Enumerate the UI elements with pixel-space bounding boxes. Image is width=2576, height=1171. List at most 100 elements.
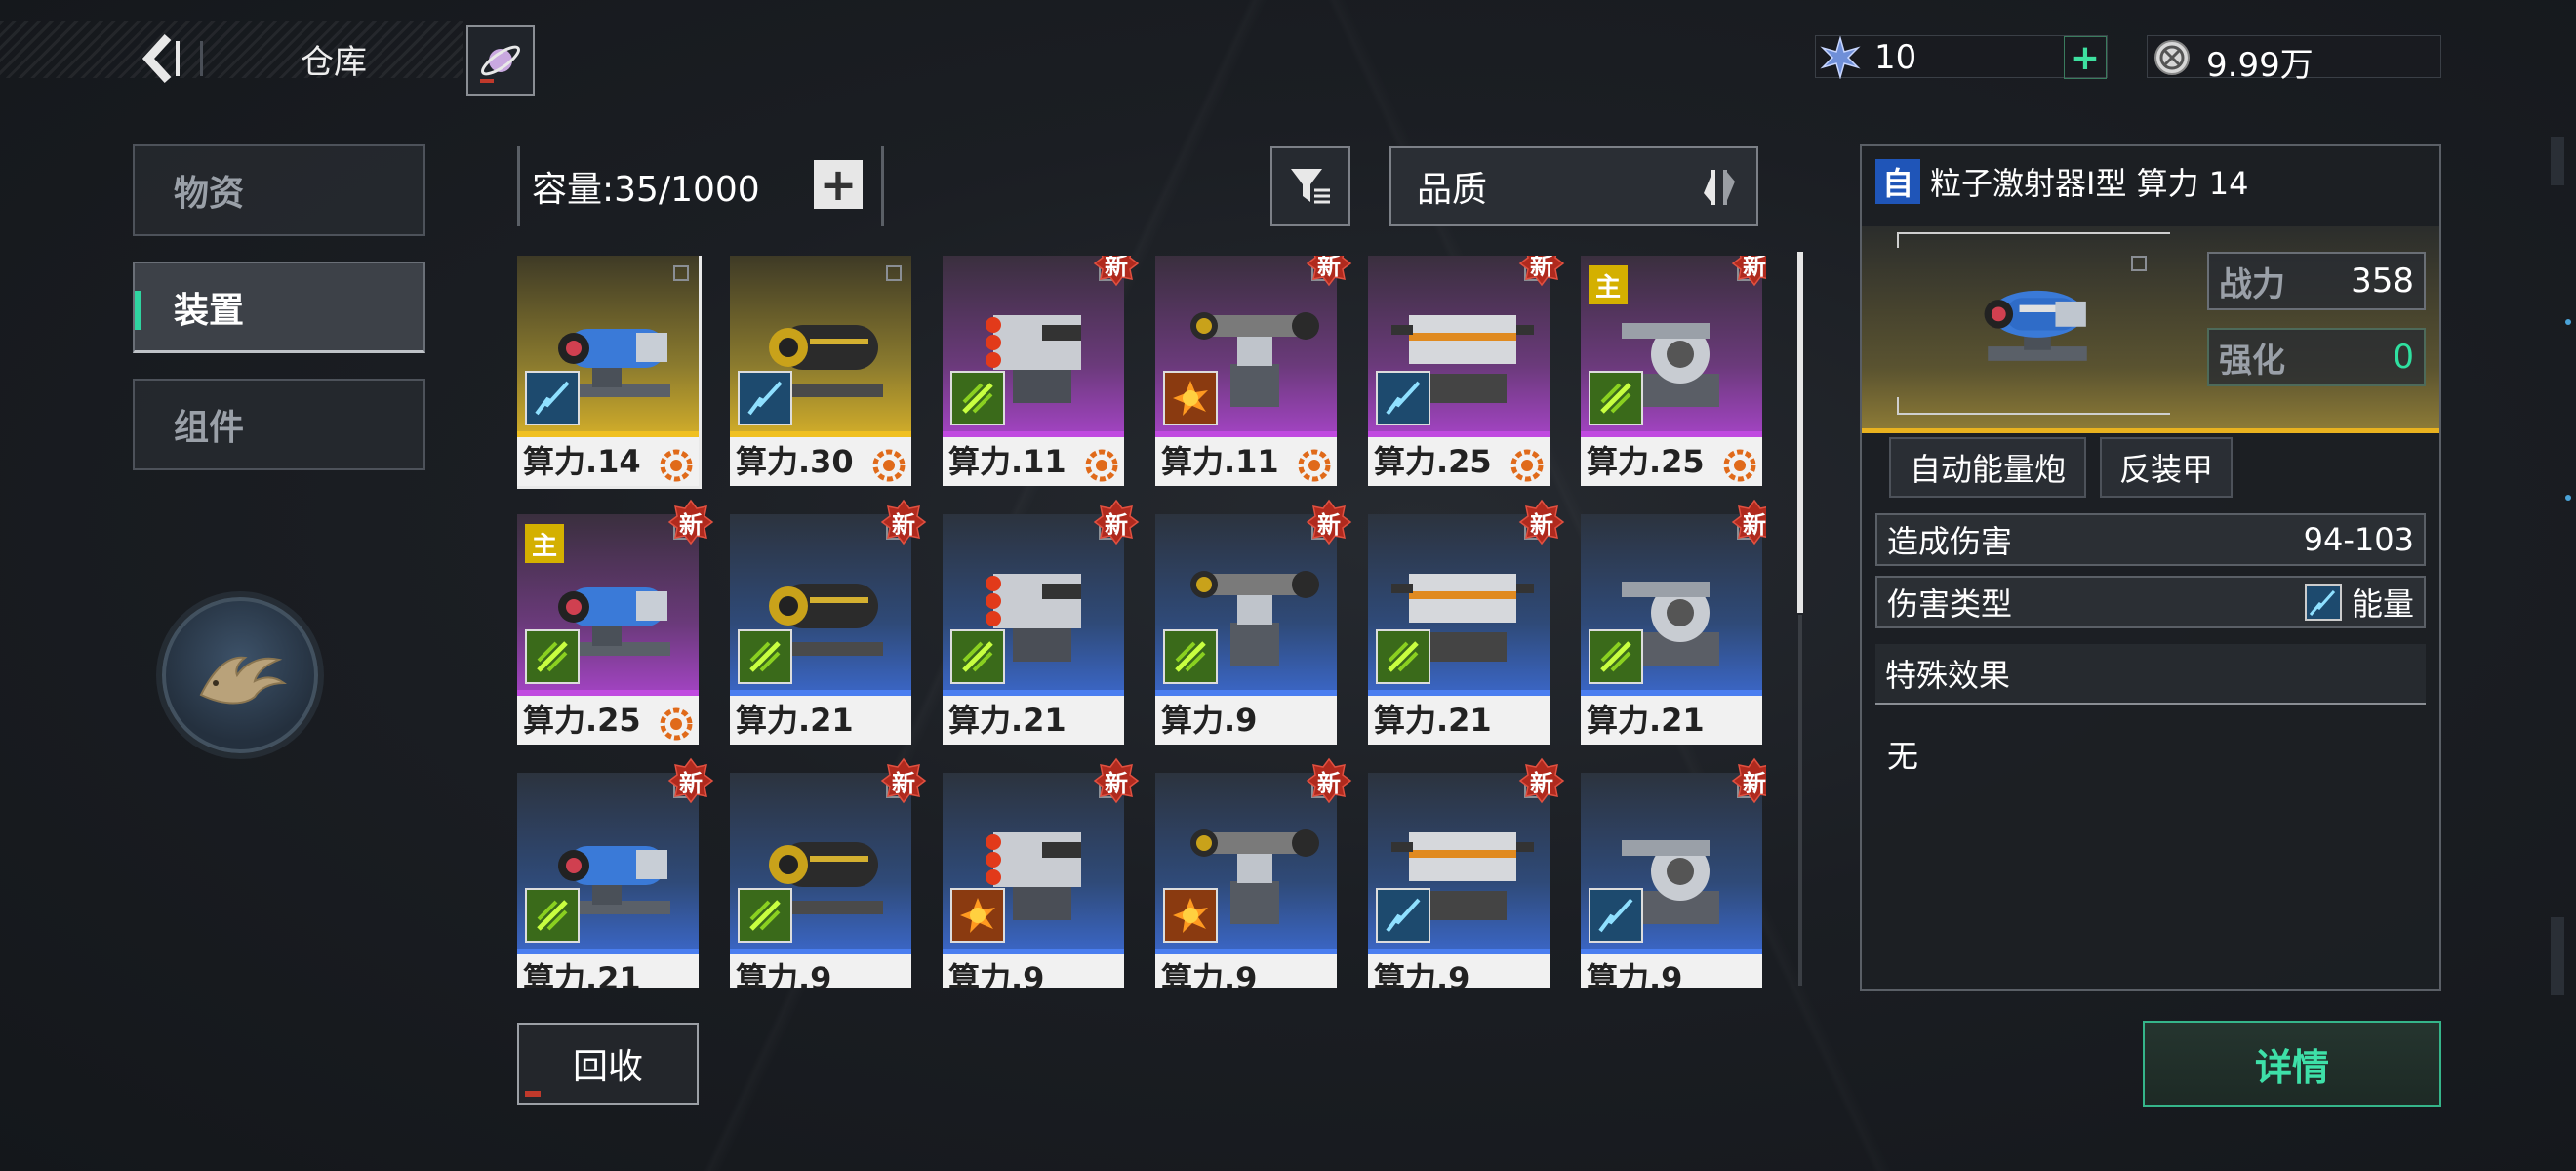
scrollbar-track[interactable] — [1798, 615, 1802, 986]
coin-resource: 9.99万 — [2147, 35, 2441, 85]
item-detail-panel: 自 粒子激射器I型 算力 14 战力 358 强化 0 自动能量炮 反装甲 造成… — [1860, 144, 2441, 991]
crystal-value: 10 — [1874, 38, 1917, 77]
tag-auto-energy-cannon: 自动能量炮 — [1889, 437, 2086, 498]
expand-capacity-button[interactable]: + — [814, 160, 863, 209]
new-badge: 新 — [667, 499, 714, 545]
capacity-text: 容量:35/1000 — [532, 170, 760, 210]
top-bar — [0, 21, 463, 78]
power-value: 358 — [2351, 262, 2414, 301]
item-art — [517, 256, 699, 437]
power-label: 算力.21 — [1581, 696, 1762, 745]
damage-value: 94-103 — [2303, 521, 2414, 558]
gear-icon — [660, 707, 693, 741]
inventory-card[interactable]: 算力.21 新 — [517, 757, 714, 988]
new-badge-text: 新 — [1530, 256, 1553, 280]
nav-item-devices[interactable]: 装置 — [133, 262, 425, 353]
item-name: 粒子激射器I型 算力 14 — [1930, 165, 2249, 202]
nav-item-label: 装置 — [174, 290, 245, 331]
crystal-resource: 10 + — [1815, 35, 2108, 79]
energy-type-icon — [1386, 381, 1421, 416]
inventory-card[interactable]: 算力.25 主新 — [517, 499, 714, 745]
nav-item-supplies[interactable]: 物资 — [133, 144, 425, 236]
inventory-card[interactable]: 算力.21 新 — [1581, 499, 1766, 745]
sort-quality-dropdown[interactable]: 品质 — [1389, 146, 1758, 226]
power-label: 算力.21 — [730, 696, 911, 745]
frame-line — [1897, 232, 2170, 234]
new-badge-text: 新 — [679, 769, 703, 797]
lock-checkbox[interactable] — [673, 265, 689, 281]
damage-type-value: 能量 — [2351, 586, 2414, 623]
enhance-stat: 强化 0 — [2207, 328, 2426, 386]
inventory-card[interactable]: 算力.9 新 — [1581, 757, 1766, 988]
filter-button[interactable] — [1270, 146, 1350, 226]
missile-type-icon — [1388, 641, 1419, 672]
inventory-card[interactable]: 算力.9 新 — [943, 757, 1140, 988]
recycle-button[interactable]: 回收 — [517, 1023, 699, 1105]
inventory-card[interactable]: 算力.14 — [517, 256, 702, 489]
details-button[interactable]: 详情 — [2143, 1021, 2441, 1107]
power-label: 算力.9 — [943, 954, 1124, 988]
phoenix-emblem-button[interactable] — [162, 597, 318, 753]
special-effect-value: 无 — [1887, 738, 1919, 775]
energy-type-icon — [535, 381, 570, 416]
inventory-card[interactable]: 算力.25 新 — [1368, 256, 1565, 486]
inventory-card[interactable]: 算力.30 — [730, 256, 911, 486]
power-label: 算力.9 — [1581, 954, 1762, 988]
inventory-card[interactable]: 算力.9 新 — [1155, 757, 1352, 988]
new-badge: 新 — [1093, 757, 1140, 804]
add-crystal-button[interactable]: + — [2064, 36, 2107, 79]
power-label: 算力.9 — [1155, 696, 1337, 745]
tag-label: 自动能量炮 — [1909, 451, 2066, 488]
inventory-card[interactable]: 算力.11 新 — [1155, 256, 1352, 486]
inventory-card[interactable]: 算力.25 主新 — [1581, 256, 1766, 486]
special-label: 特殊效果 — [1885, 657, 2011, 694]
new-badge-text: 新 — [679, 510, 703, 539]
damage-type-badge — [1376, 371, 1430, 425]
enhance-label: 强化 — [2219, 341, 2285, 381]
inventory-card[interactable]: 算力.9 新 — [1155, 499, 1352, 745]
planet-button[interactable] — [466, 25, 535, 96]
power-label: 算力.9 — [1368, 954, 1550, 988]
power-label: 算力.9 — [1155, 954, 1337, 988]
coin-value: 9.99万 — [2206, 46, 2314, 85]
damage-type-badge — [525, 371, 580, 425]
damage-type-badge — [950, 888, 1005, 943]
inventory-card[interactable]: 算力.21 新 — [943, 499, 1140, 745]
kinetic-type-icon — [1173, 898, 1208, 933]
power-label: 算力.21 — [1368, 696, 1550, 745]
damage-type-row: 伤害类型 能量 — [1875, 576, 2426, 628]
inventory-card[interactable]: 算力.21 新 — [730, 499, 927, 745]
kinetic-type-icon — [1173, 381, 1208, 416]
title-separator — [200, 41, 203, 76]
missile-type-icon — [962, 641, 993, 672]
lock-checkbox[interactable] — [886, 265, 902, 281]
nav-item-components[interactable]: 组件 — [133, 379, 425, 470]
gear-icon — [1298, 449, 1331, 482]
back-button[interactable] — [137, 29, 185, 88]
inventory-card[interactable]: 算力.11 新 — [943, 256, 1140, 486]
damage-type-badge — [738, 371, 792, 425]
new-badge: 新 — [880, 757, 927, 804]
new-badge-text: 新 — [1105, 769, 1128, 797]
side-decoration — [2551, 137, 2571, 995]
gear-icon — [1085, 449, 1118, 482]
inventory-card[interactable]: 算力.9 新 — [1368, 757, 1565, 988]
missile-type-icon — [537, 900, 568, 931]
inventory-card[interactable]: 算力.9 新 — [730, 757, 927, 988]
missile-type-icon — [1175, 641, 1206, 672]
new-badge: 新 — [1518, 256, 1565, 287]
new-badge: 新 — [1518, 757, 1565, 804]
main-badge: 主 — [1589, 265, 1628, 304]
nav-item-label: 物资 — [174, 174, 245, 214]
damage-label: 造成伤害 — [1887, 523, 2013, 560]
new-badge: 新 — [1518, 499, 1565, 545]
lock-checkbox[interactable] — [2131, 256, 2147, 271]
inventory-grid: 算力.14 算力.30 算力.11 新算力.11 新算力.25 新算力.25 主新算力.25… — [517, 256, 1766, 988]
inventory-card[interactable]: 算力.21 新 — [1368, 499, 1565, 745]
new-badge-text: 新 — [1530, 769, 1553, 797]
new-badge: 新 — [1093, 256, 1140, 287]
damage-type-badge — [525, 888, 580, 943]
scrollbar-thumb[interactable] — [1797, 252, 1803, 613]
new-badge-text: 新 — [1317, 256, 1341, 280]
damage-type-badge — [738, 629, 792, 684]
